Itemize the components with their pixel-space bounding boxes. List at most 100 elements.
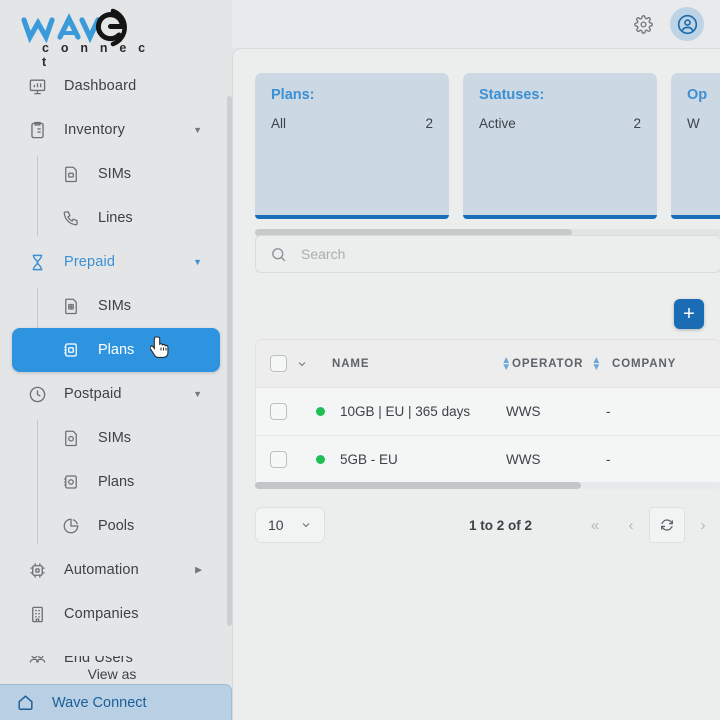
- clipboard-icon: [26, 119, 48, 141]
- pie-chart-icon: [60, 515, 82, 537]
- table-header-row: NAME ▲ ▼ OPERATOR ▲ ▼ COMPANY: [256, 340, 720, 388]
- table-row[interactable]: 5GB - EU WWS -: [256, 436, 720, 484]
- sidebar-item-companies[interactable]: Companies: [12, 592, 220, 636]
- main-content: Plans: All 2 Statuses: Active 2 Op W Sea…: [232, 48, 720, 720]
- dashboard-icon: [26, 75, 48, 97]
- select-all-checkbox[interactable]: [270, 355, 287, 372]
- sidebar-item-label: Inventory: [64, 122, 125, 138]
- plus-icon: +: [683, 303, 695, 325]
- summary-card-statuses[interactable]: Statuses: Active 2: [463, 73, 657, 219]
- card-row: All 2: [271, 116, 433, 131]
- refresh-button[interactable]: [649, 507, 685, 543]
- sidebar-item-label: Plans: [98, 474, 135, 490]
- chevron-down-icon: [300, 519, 312, 531]
- sim-card-icon: [60, 295, 82, 317]
- column-header-name[interactable]: NAME ▲ ▼: [332, 355, 512, 372]
- card-row-label: W: [687, 116, 700, 131]
- next-page-button[interactable]: ›: [685, 507, 720, 543]
- cell-company: -: [606, 404, 611, 419]
- chevron-right-icon[interactable]: ▶: [195, 565, 202, 576]
- sidebar-item-inventory-lines[interactable]: Lines: [12, 196, 220, 240]
- scrollbar-thumb[interactable]: [255, 482, 582, 489]
- search-placeholder: Search: [301, 246, 346, 262]
- pagination-bar: 10 1 to 2 of 2 « ‹ ›: [255, 505, 720, 545]
- add-plan-button[interactable]: +: [674, 299, 704, 329]
- chevron-down-icon[interactable]: ▼: [193, 125, 202, 135]
- sidebar-item-prepaid-plans[interactable]: Plans: [12, 328, 220, 372]
- sidebar-item-label: Plans: [98, 342, 135, 358]
- chevron-down-icon[interactable]: [296, 358, 308, 370]
- top-bar: [232, 0, 720, 48]
- row-checkbox[interactable]: [270, 451, 287, 468]
- sidebar-item-label: Postpaid: [64, 386, 122, 402]
- card-row: W: [687, 116, 720, 131]
- sort-toggle-icon[interactable]: ▲ ▼: [591, 355, 602, 372]
- sidebar-item-postpaid-sims[interactable]: SIMs: [12, 416, 220, 460]
- summary-card-operators[interactable]: Op W: [671, 73, 720, 219]
- sidebar-item-label: Lines: [98, 210, 133, 226]
- sort-toggle-icon[interactable]: ▲ ▼: [501, 355, 512, 372]
- sidebar-item-dashboard[interactable]: Dashboard: [12, 64, 220, 108]
- previous-page-button[interactable]: ‹: [613, 507, 649, 543]
- first-page-button[interactable]: «: [577, 507, 613, 543]
- gear-icon: [633, 14, 653, 34]
- sidebar-item-automation[interactable]: Automation ▶: [12, 548, 220, 592]
- app-logo[interactable]: c o n n e c t: [14, 4, 154, 69]
- user-circle-icon: [676, 13, 699, 36]
- plan-card-icon: [60, 471, 82, 493]
- card-row-value: 2: [425, 116, 433, 131]
- row-checkbox[interactable]: [270, 403, 287, 420]
- cell-operator: WWS: [506, 452, 541, 467]
- sidebar-item-prepaid-sims[interactable]: SIMs: [12, 284, 220, 328]
- cell-company: -: [606, 452, 611, 467]
- app-root: c o n n e c t Dashboard Inventory ▼ SIMs…: [0, 0, 720, 720]
- card-row-label: Active: [479, 116, 516, 131]
- table-row[interactable]: 10GB | EU | 365 days WWS -: [256, 388, 720, 436]
- column-header-operator[interactable]: OPERATOR ▲ ▼: [512, 355, 612, 372]
- organization-label: Wave Connect: [52, 694, 147, 711]
- sidebar-item-label: SIMs: [98, 430, 132, 446]
- home-icon: [14, 692, 36, 714]
- postpaid-subgroup: SIMs Plans Pools: [0, 416, 232, 548]
- sidebar-nav: Dashboard Inventory ▼ SIMs Lines Prepaid…: [0, 64, 232, 680]
- sidebar-item-label: SIMs: [98, 166, 132, 182]
- page-size-select[interactable]: 10: [255, 507, 325, 543]
- sidebar-item-inventory[interactable]: Inventory ▼: [12, 108, 220, 152]
- prepaid-subgroup: SIMs Plans: [0, 284, 232, 372]
- column-header-label: COMPANY: [612, 357, 677, 370]
- sidebar: c o n n e c t Dashboard Inventory ▼ SIMs…: [0, 0, 232, 720]
- sidebar-item-inventory-sims[interactable]: SIMs: [12, 152, 220, 196]
- sidebar-item-label: Automation: [64, 562, 139, 578]
- pagination-buttons: « ‹ ›: [577, 507, 720, 543]
- chevron-down-icon[interactable]: ▼: [193, 389, 202, 399]
- summary-cards: Plans: All 2 Statuses: Active 2 Op W: [255, 73, 720, 223]
- sim-card-icon: [60, 427, 82, 449]
- card-title: Statuses:: [479, 87, 545, 103]
- sidebar-item-label: Dashboard: [64, 78, 137, 94]
- cell-name: 5GB - EU: [340, 452, 398, 467]
- sidebar-item-postpaid-plans[interactable]: Plans: [12, 460, 220, 504]
- settings-button[interactable]: [628, 9, 658, 39]
- organization-switcher[interactable]: Wave Connect: [0, 684, 232, 720]
- chip-icon: [26, 559, 48, 581]
- status-badge: [316, 455, 325, 464]
- table-horizontal-scrollbar[interactable]: [255, 482, 720, 489]
- inventory-subgroup: SIMs Lines: [0, 152, 232, 240]
- chevron-down-icon[interactable]: ▼: [193, 257, 202, 267]
- summary-card-plans[interactable]: Plans: All 2: [255, 73, 449, 219]
- card-title: Op: [687, 87, 708, 103]
- search-input[interactable]: Search: [255, 235, 720, 273]
- account-button[interactable]: [670, 7, 704, 41]
- column-header-company[interactable]: COMPANY: [612, 358, 676, 370]
- view-as-label: View as: [87, 666, 137, 682]
- card-row-value: 2: [633, 116, 641, 131]
- sidebar-item-prepaid[interactable]: Prepaid ▼: [12, 240, 220, 284]
- sidebar-item-postpaid[interactable]: Postpaid ▼: [12, 372, 220, 416]
- sidebar-fade-overlay: [0, 634, 232, 656]
- sidebar-item-label: SIMs: [98, 298, 132, 314]
- sidebar-item-label: Prepaid: [64, 254, 116, 270]
- phone-icon: [60, 207, 82, 229]
- card-row-label: All: [271, 116, 287, 131]
- sidebar-item-postpaid-pools[interactable]: Pools: [12, 504, 220, 548]
- plan-card-icon: [60, 339, 82, 361]
